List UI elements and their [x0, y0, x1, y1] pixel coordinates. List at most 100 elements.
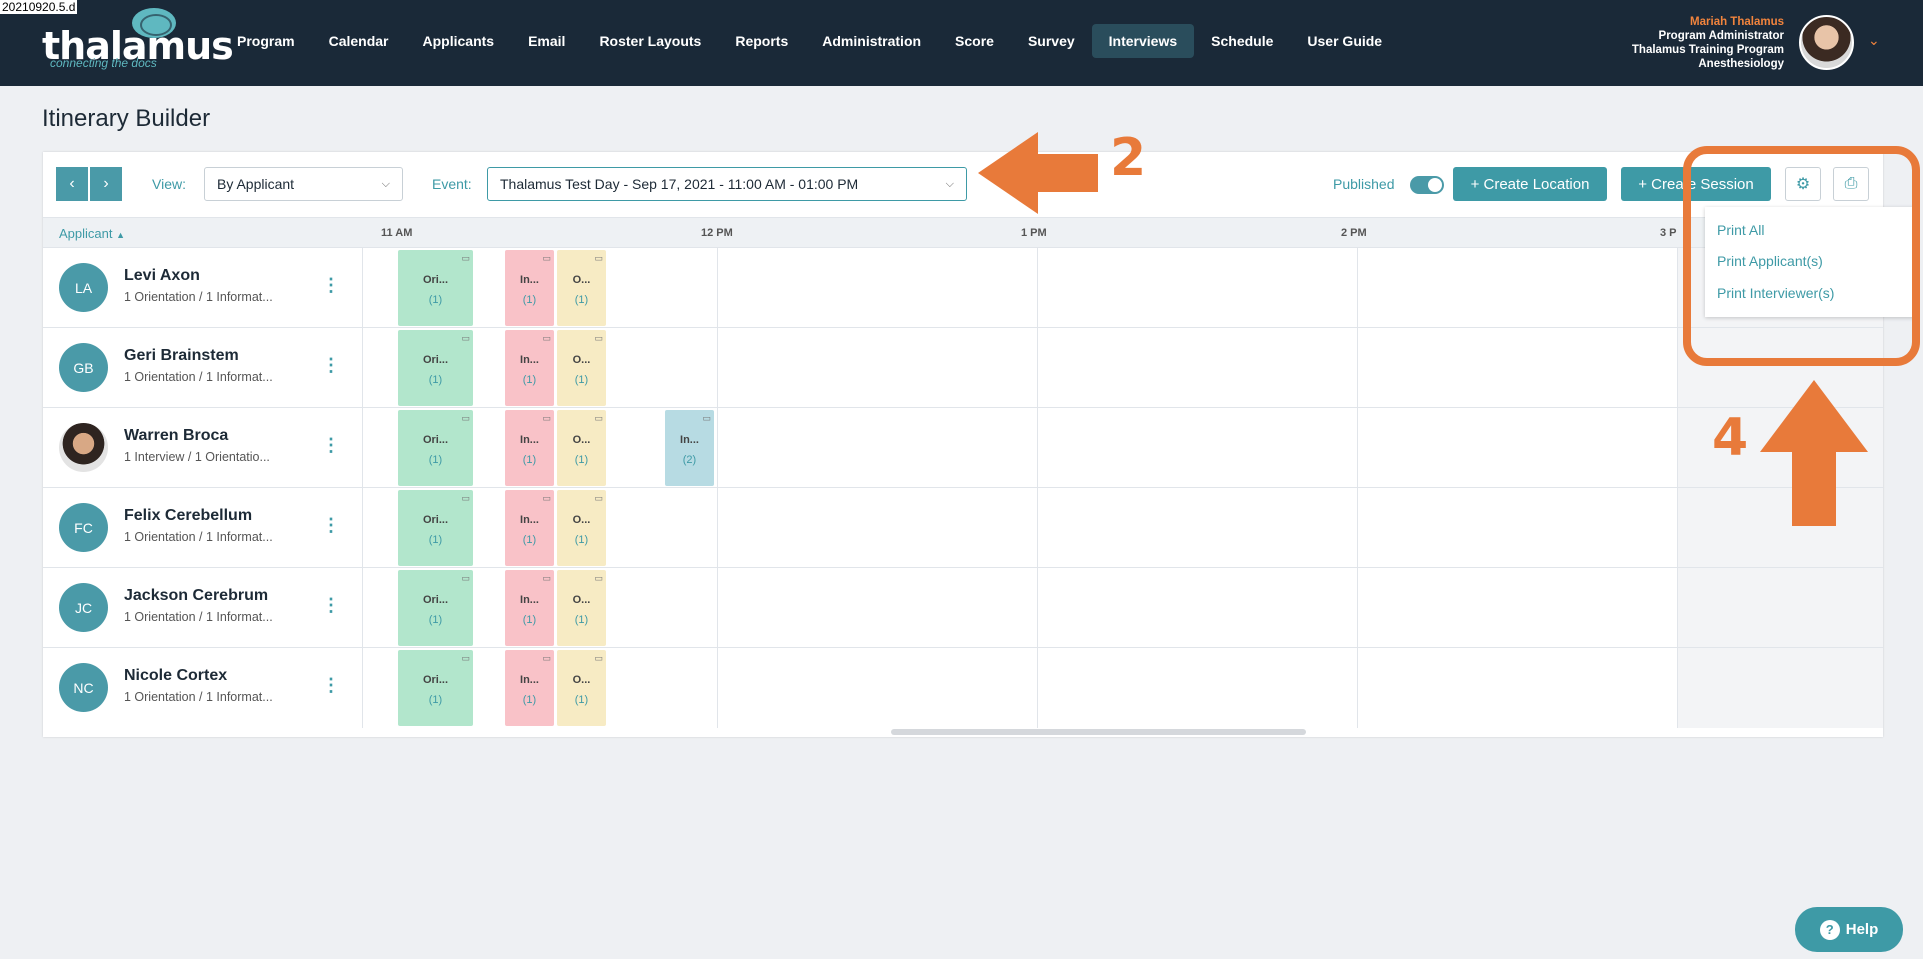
- annotation-number-2: 2: [1110, 128, 1147, 188]
- next-button[interactable]: ›: [90, 167, 122, 201]
- session-block-other[interactable]: ▭ O... (1): [557, 330, 606, 406]
- date-navigation: ‹ ›: [56, 167, 122, 201]
- user-info: Mariah Thalamus Program Administrator Th…: [1632, 15, 1784, 71]
- nav-schedule[interactable]: Schedule: [1194, 24, 1290, 58]
- hour-gridline: [1357, 488, 1358, 568]
- session-count: (1): [428, 534, 443, 546]
- applicant-column-header[interactable]: Applicant ▲: [59, 226, 125, 241]
- hour-gridline: [717, 568, 718, 648]
- unavailable-region: [1677, 568, 1883, 648]
- user-role: Program Administrator: [1658, 30, 1784, 42]
- applicant-name[interactable]: Warren Broca: [124, 427, 228, 445]
- nav-applicants[interactable]: Applicants: [406, 24, 512, 58]
- view-select[interactable]: By Applicant ⌵: [204, 167, 403, 201]
- hour-gridline: [1357, 408, 1358, 488]
- applicant-photo: [59, 423, 108, 472]
- time-label: 3 P: [1660, 227, 1677, 239]
- session-block-other[interactable]: ▭ O... (1): [557, 490, 606, 566]
- top-navigation: thalamus connecting the docs Program Cal…: [0, 0, 1923, 86]
- applicant-row: Warren Broca 1 Interview / 1 Orientatio..…: [43, 407, 1883, 488]
- applicant-name[interactable]: Nicole Cortex: [124, 667, 227, 685]
- session-block-interview[interactable]: ▭ In... (1): [505, 490, 554, 566]
- session-count: (1): [428, 614, 443, 626]
- annotation-arrow-left: [978, 132, 1098, 214]
- nav-program[interactable]: Program: [220, 24, 312, 58]
- session-block-orientation[interactable]: ▭ Ori... (1): [398, 250, 473, 326]
- applicant-name[interactable]: Felix Cerebellum: [124, 507, 252, 525]
- session-count: (1): [522, 374, 537, 386]
- chevron-down-icon[interactable]: ⌄: [1868, 32, 1880, 49]
- session-block-orientation[interactable]: ▭ Ori... (1): [398, 330, 473, 406]
- kebab-menu-icon[interactable]: ⋮: [322, 436, 340, 454]
- hour-gridline: [1037, 408, 1038, 488]
- applicant-session-summary: 1 Orientation / 1 Informat...: [124, 610, 273, 624]
- session-count: (1): [522, 614, 537, 626]
- help-button[interactable]: ? Help: [1795, 907, 1903, 952]
- applicant-row: NC Nicole Cortex 1 Orientation / 1 Informa…: [43, 647, 1883, 728]
- user-avatar[interactable]: [1799, 15, 1854, 70]
- itinerary-card: ‹ › View: By Applicant ⌵ Event: Thalamus…: [43, 152, 1883, 737]
- session-block-orientation[interactable]: ▭ Ori... (1): [398, 570, 473, 646]
- brand-logo[interactable]: thalamus connecting the docs: [40, 6, 234, 70]
- nav-roster-layouts[interactable]: Roster Layouts: [582, 24, 718, 58]
- applicant-session-summary: 1 Orientation / 1 Informat...: [124, 370, 273, 384]
- session-block-orientation[interactable]: ▭ Ori... (1): [398, 490, 473, 566]
- applicant-initials-avatar: JC: [59, 583, 108, 632]
- session-title: Ori...: [422, 514, 449, 526]
- applicant-name[interactable]: Jackson Cerebrum: [124, 587, 268, 605]
- nav-interviews[interactable]: Interviews: [1091, 24, 1195, 58]
- nav-calendar[interactable]: Calendar: [312, 24, 406, 58]
- session-block-other[interactable]: ▭ O... (1): [557, 410, 606, 486]
- horizontal-scrollbar[interactable]: [891, 729, 1306, 735]
- session-block-interview[interactable]: ▭ In... (1): [505, 410, 554, 486]
- user-name: Mariah Thalamus: [1690, 16, 1784, 28]
- applicant-name[interactable]: Levi Axon: [124, 267, 200, 285]
- kebab-menu-icon[interactable]: ⋮: [322, 676, 340, 694]
- session-count: (1): [428, 694, 443, 706]
- timeline-header: Applicant ▲ 11 AM 12 PM 1 PM 2 PM 3 P: [43, 217, 1883, 247]
- session-count: (1): [574, 294, 589, 306]
- event-select[interactable]: Thalamus Test Day - Sep 17, 2021 - 11:00…: [487, 167, 967, 201]
- event-select-value: Thalamus Test Day - Sep 17, 2021 - 11:00…: [500, 176, 859, 192]
- unavailable-region: [1677, 648, 1883, 728]
- kebab-menu-icon[interactable]: ⋮: [322, 356, 340, 374]
- hour-gridline: [1037, 568, 1038, 648]
- view-label: View:: [152, 176, 186, 192]
- nav-score[interactable]: Score: [938, 24, 1011, 58]
- hour-gridline: [717, 328, 718, 408]
- published-toggle[interactable]: [1410, 176, 1444, 194]
- nav-email[interactable]: Email: [511, 24, 582, 58]
- session-block-orientation[interactable]: ▭ Ori... (1): [398, 650, 473, 726]
- create-location-button[interactable]: + Create Location: [1453, 167, 1607, 201]
- nav-reports[interactable]: Reports: [718, 24, 805, 58]
- applicant-name[interactable]: Geri Brainstem: [124, 347, 239, 365]
- kebab-menu-icon[interactable]: ⋮: [322, 276, 340, 294]
- video-camera-icon: ▭: [542, 653, 551, 663]
- session-title: Ori...: [422, 434, 449, 446]
- applicant-initials-avatar: NC: [59, 663, 108, 712]
- nav-administration[interactable]: Administration: [805, 24, 938, 58]
- session-block-interview[interactable]: ▭ In... (1): [505, 330, 554, 406]
- session-block-interview[interactable]: ▭ In... (1): [505, 650, 554, 726]
- applicant-cell: Warren Broca 1 Interview / 1 Orientatio..…: [43, 408, 363, 488]
- hour-gridline: [1357, 568, 1358, 648]
- session-title: In...: [520, 274, 539, 286]
- kebab-menu-icon[interactable]: ⋮: [322, 596, 340, 614]
- nav-user-guide[interactable]: User Guide: [1290, 24, 1399, 58]
- session-count: (1): [428, 374, 443, 386]
- session-block-interview2[interactable]: ▭ In... (2): [665, 410, 714, 486]
- session-block-other[interactable]: ▭ O... (1): [557, 650, 606, 726]
- kebab-menu-icon[interactable]: ⋮: [322, 516, 340, 534]
- session-block-interview[interactable]: ▭ In... (1): [505, 250, 554, 326]
- session-block-interview[interactable]: ▭ In... (1): [505, 570, 554, 646]
- session-block-other[interactable]: ▭ O... (1): [557, 570, 606, 646]
- time-label: 12 PM: [701, 227, 733, 239]
- prev-button[interactable]: ‹: [56, 167, 88, 201]
- nav-survey[interactable]: Survey: [1011, 24, 1092, 58]
- session-count: (1): [522, 534, 537, 546]
- hour-gridline: [1677, 328, 1678, 408]
- session-block-orientation[interactable]: ▭ Ori... (1): [398, 410, 473, 486]
- video-camera-icon: ▭: [461, 653, 470, 663]
- session-block-other[interactable]: ▭ O... (1): [557, 250, 606, 326]
- session-title: O...: [572, 514, 591, 526]
